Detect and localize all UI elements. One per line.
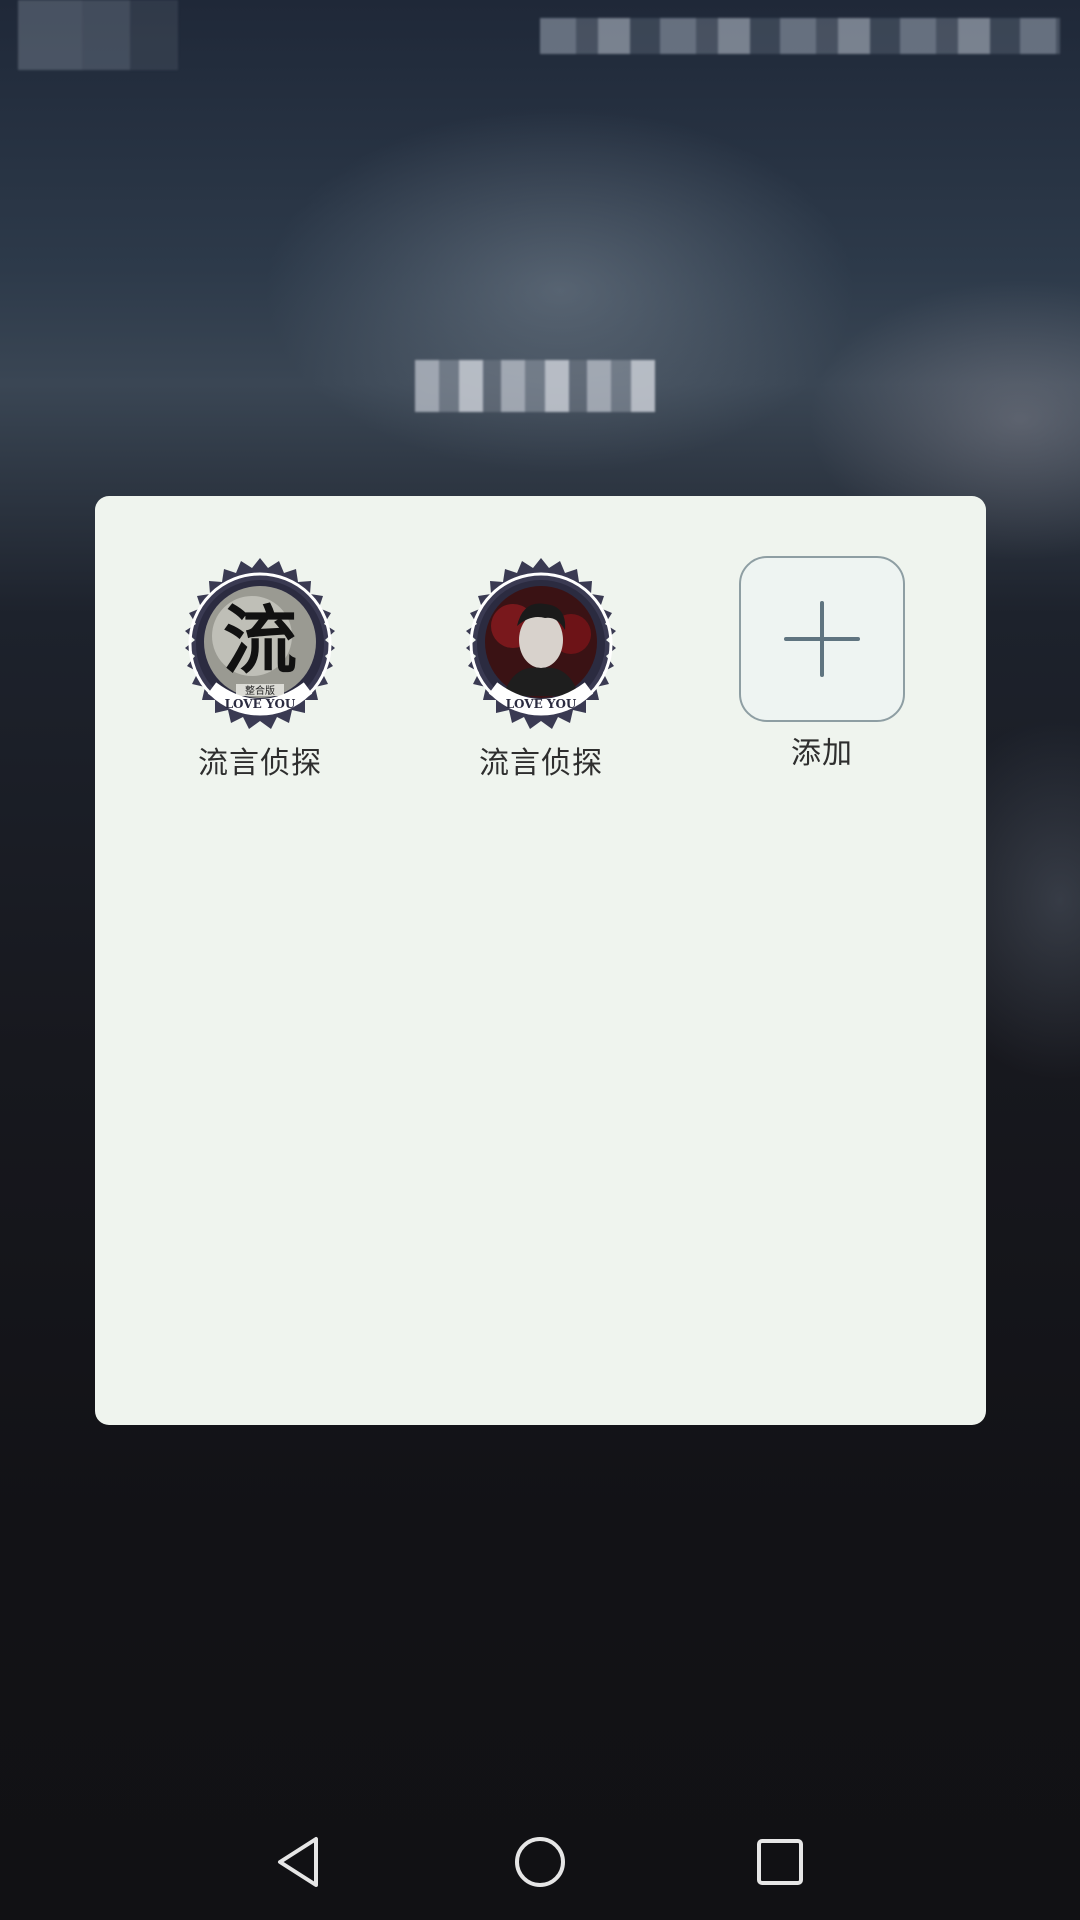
- seal-char: 流: [223, 598, 297, 684]
- back-button[interactable]: [268, 1830, 332, 1894]
- back-triangle-icon: [278, 1837, 318, 1887]
- add-app-button[interactable]: 添加: [722, 556, 922, 771]
- blurred-status-left: [18, 0, 178, 70]
- blurred-status-right: [540, 18, 1060, 54]
- add-box[interactable]: [739, 556, 905, 722]
- add-label: 添加: [791, 736, 853, 771]
- app-liuyan-detective-1[interactable]: 流 整合版 LOVE YOU 流言侦探: [160, 556, 360, 781]
- home-circle-icon: [515, 1837, 565, 1887]
- liuyan-portrait-seal-icon: LOVE YOU: [453, 556, 629, 732]
- liuyan-seal-icon: 流 整合版 LOVE YOU: [172, 556, 348, 732]
- plus-icon: [784, 601, 860, 677]
- blurred-folder-title: [415, 360, 655, 412]
- navigation-bar: [0, 1800, 1080, 1920]
- svg-text:整合版: 整合版: [245, 684, 275, 697]
- recent-square-icon: [757, 1839, 803, 1885]
- app-label: 流言侦探: [198, 746, 322, 781]
- svg-text:LOVE YOU: LOVE YOU: [225, 697, 296, 711]
- recent-apps-button[interactable]: [748, 1830, 812, 1894]
- folder-panel: 流 整合版 LOVE YOU 流言侦探 LOVE YOU 流言侦探 添加: [95, 496, 986, 1425]
- app-label: 流言侦探: [479, 746, 603, 781]
- svg-text:LOVE YOU: LOVE YOU: [506, 697, 577, 711]
- home-button[interactable]: [508, 1830, 572, 1894]
- app-liuyan-detective-2[interactable]: LOVE YOU 流言侦探: [441, 556, 641, 781]
